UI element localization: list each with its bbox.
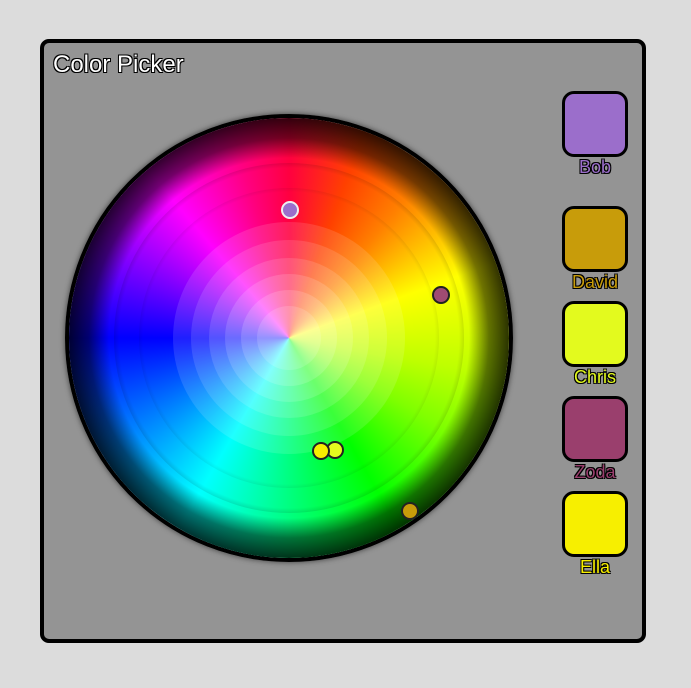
swatch-david[interactable]: David bbox=[562, 206, 628, 291]
swatch-box[interactable] bbox=[562, 206, 628, 272]
swatch-label: Bob bbox=[578, 157, 612, 177]
color-wheel-disc[interactable] bbox=[65, 114, 513, 562]
swatch-label: Ella bbox=[579, 557, 610, 577]
marker-ella[interactable] bbox=[312, 442, 330, 460]
swatch-box[interactable] bbox=[562, 491, 628, 557]
swatch-label: Chris bbox=[573, 367, 616, 387]
swatch-box[interactable] bbox=[562, 91, 628, 157]
marker-david[interactable] bbox=[401, 502, 419, 520]
swatch-bob[interactable]: Bob bbox=[562, 91, 628, 176]
marker-zoda[interactable] bbox=[432, 286, 450, 304]
color-wheel[interactable] bbox=[65, 114, 513, 562]
swatch-zoda[interactable]: Zoda bbox=[562, 396, 628, 481]
swatch-box[interactable] bbox=[562, 301, 628, 367]
window-title: Color Picker bbox=[53, 51, 184, 78]
color-picker-panel: Color Picker Bob David Chris Zoda Ella bbox=[40, 39, 646, 643]
swatch-chris[interactable]: Chris bbox=[562, 301, 628, 386]
swatch-ella[interactable]: Ella bbox=[562, 491, 628, 576]
swatch-label: Zoda bbox=[574, 462, 616, 482]
marker-bob[interactable] bbox=[281, 201, 299, 219]
swatch-box[interactable] bbox=[562, 396, 628, 462]
swatch-label: David bbox=[571, 272, 619, 292]
